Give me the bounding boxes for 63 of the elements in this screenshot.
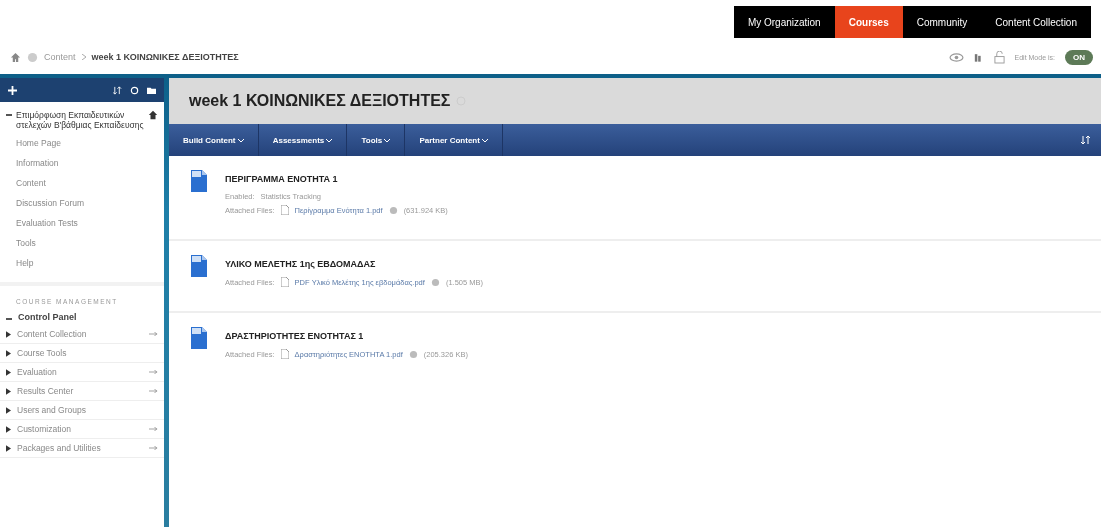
course-menu-link[interactable]: Discussion Forum [0, 194, 164, 215]
control-panel-link[interactable]: Content Collection [17, 329, 143, 340]
course-menu-link[interactable]: Home Page [0, 134, 164, 155]
arrow-icon[interactable] [149, 427, 158, 432]
control-panel-link[interactable]: Packages and Utilities [17, 443, 143, 454]
caret-icon [482, 138, 489, 143]
control-panel-link[interactable]: Results Center [17, 386, 143, 397]
item-title[interactable]: ΥΛΙΚΟ ΜΕΛΕΤΗΣ 1ης ΕΒΔΟΜΑΔΑΣ [225, 259, 483, 269]
course-menu-link[interactable]: Content [0, 174, 164, 195]
expand-icon[interactable] [6, 330, 11, 338]
file-icon [280, 349, 289, 359]
file-icon [280, 277, 289, 287]
menu-button[interactable]: Partner Content [405, 124, 504, 156]
menu-button[interactable]: Tools [347, 124, 406, 156]
course-menu-link[interactable]: Help [0, 254, 164, 275]
breadcrumb-link[interactable]: Content [44, 52, 76, 62]
arrow-icon[interactable] [149, 370, 158, 375]
home-icon[interactable] [148, 110, 158, 120]
caret-icon [384, 138, 391, 143]
control-panel-link[interactable]: Evaluation [17, 367, 143, 378]
expand-icon[interactable] [6, 425, 11, 433]
menu-button[interactable]: Assessments [258, 124, 348, 156]
plus-icon[interactable] [8, 85, 17, 95]
course-menu-link[interactable]: Evaluation Tests [0, 214, 164, 235]
eye-icon[interactable] [948, 51, 964, 63]
folder-icon[interactable] [147, 85, 156, 95]
control-panel-link[interactable]: Course Tools [17, 348, 158, 359]
lock-icon[interactable] [993, 50, 1005, 64]
document-icon [191, 327, 207, 349]
refresh-icon[interactable] [130, 85, 139, 95]
item-title[interactable]: ΔΡΑΣΤΗΡΙΟΤΗΤΕΣ ΕΝΟΤΗΤΑΣ 1 [225, 331, 468, 341]
document-icon [191, 255, 207, 277]
arrow-icon[interactable] [149, 332, 158, 337]
caret-icon [237, 138, 244, 143]
expand-icon[interactable] [6, 406, 11, 414]
course-title[interactable]: Επιμόρφωση Εκπαιδευτικών στελεχών Β'βάθμιας Εκπαίδευσης [16, 110, 144, 131]
file-icon [280, 205, 289, 215]
expand-icon[interactable] [6, 349, 11, 357]
nav-tab[interactable]: Courses [834, 6, 903, 38]
menu-button[interactable]: Build Content [169, 124, 259, 156]
expand-icon[interactable] [6, 444, 11, 452]
expand-icon[interactable] [6, 368, 11, 376]
nav-tab[interactable]: Community [902, 6, 982, 38]
course-menu-link[interactable]: Tools [0, 234, 164, 255]
nav-tab[interactable]: Content Collection [981, 6, 1091, 38]
arrow-icon[interactable] [149, 446, 158, 451]
caret-icon [326, 138, 333, 143]
edit-mode-toggle[interactable]: ON [1065, 49, 1093, 65]
breadcrumb-link[interactable]: week 1 ΚΟΙΝΩΝΙΚΕΣ ΔΕΞΙΟΤΗΤΕΣ [91, 52, 239, 62]
control-panel-heading[interactable]: Control Panel [18, 312, 77, 323]
document-icon [191, 170, 207, 192]
control-panel-link[interactable]: Customization [17, 424, 143, 435]
sort-icon[interactable] [1081, 135, 1091, 145]
expand-icon[interactable] [6, 387, 11, 395]
chevron-icon [81, 54, 86, 60]
arrow-icon[interactable] [149, 389, 158, 394]
books-icon[interactable] [973, 51, 984, 63]
course-menu-link[interactable]: Information [0, 154, 164, 175]
page-title: week 1 ΚΟΙΝΩΝΙΚΕΣ ΔΕΞΙΟΤΗΤΕΣ [189, 92, 451, 110]
sort-icon[interactable] [113, 85, 122, 95]
control-panel-link[interactable]: Users and Groups [17, 405, 158, 416]
nav-tab[interactable]: My Organization [733, 6, 835, 38]
item-title[interactable]: ΠΕΡΙΓΡΑΜΜΑ ΕΝΟΤΗΤΑ 1 [225, 174, 448, 184]
